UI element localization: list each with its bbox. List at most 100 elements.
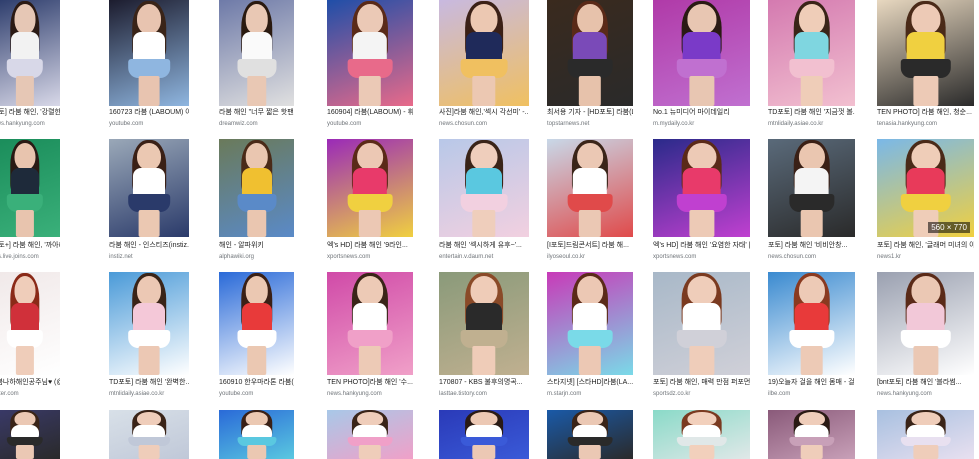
image-result-tile[interactable] — [768, 410, 855, 459]
image-thumbnail[interactable] — [439, 272, 529, 375]
photo-subject-face — [245, 276, 268, 305]
image-result-tile[interactable] — [877, 410, 974, 459]
image-result-title[interactable]: 해인 - 알파위키 — [219, 241, 294, 250]
image-result-tile[interactable]: 라붐 해인 '섹시하게 유후~'... entertain.v.daum.net — [439, 139, 529, 263]
image-result-tile[interactable] — [439, 410, 529, 459]
image-thumbnail[interactable] — [439, 139, 529, 237]
image-result-tile[interactable]: 엑's HD] 라붐 해인 '요염한 자태' | xportsnews.com — [653, 139, 750, 263]
image-result-title[interactable]: [포토+] 라붐 해인, '까아라... — [0, 241, 60, 250]
image-result-title[interactable]: 포토] 라붐 해인, '글래머 미녀의 아... — [877, 241, 974, 250]
image-result-tile[interactable]: 사진]라붐 해인,'섹시 각선미' -... news.chosun.com — [439, 0, 529, 130]
image-result-tile[interactable]: [포토] 라붐 해인, '강렬한 눈빛... news.hankyung.com — [0, 0, 60, 130]
image-thumbnail[interactable] — [653, 0, 750, 106]
image-result-title[interactable]: 라붐 해인 - 인스티즈(instiz... — [109, 241, 189, 250]
image-thumbnail[interactable] — [653, 410, 750, 459]
image-result-title[interactable]: 포토] 라붐 해인 '비비안창... — [768, 241, 855, 250]
image-thumbnail[interactable] — [109, 410, 189, 459]
image-result-tile[interactable]: 160723 라붐 (LABOUM) 아로... youtube.com — [109, 0, 189, 130]
image-result-title[interactable]: 스타지넷] [스타HD]라붐(LA... — [547, 378, 633, 387]
image-thumbnail[interactable] — [327, 272, 413, 375]
image-result-tile[interactable]: TD포토] 라붐 해인 '지금껏 볼... mtnlidaily.asiae.co… — [768, 0, 855, 130]
image-result-tile[interactable] — [109, 410, 189, 459]
image-thumbnail[interactable] — [877, 0, 974, 106]
image-thumbnail[interactable] — [439, 410, 529, 459]
image-result-tile[interactable] — [219, 410, 294, 459]
image-result-tile[interactable]: 160904] 라붐(LABOUM) - 휘... youtube.com — [327, 0, 413, 130]
image-result-title[interactable]: 엑's HD] 라붐 해인 '요염한 자태' | — [653, 241, 750, 250]
image-result-title[interactable]: 라붐 해인 "너무 짧은 핫팬츠" — [219, 108, 294, 117]
image-result-tile[interactable]: No.1 뉴미디어 마이데일리 m.mydaily.co.kr — [653, 0, 750, 130]
image-result-title[interactable]: TEN PHOTO] 라붐 해인, 청순... — [877, 108, 974, 117]
image-result-tile[interactable]: [포토+] 라붐 해인, '까아라... plus.live.joins.com — [0, 139, 60, 263]
image-thumbnail[interactable] — [327, 410, 413, 459]
image-result-tile[interactable]: 라붐 해인 "너무 짧은 핫팬츠" dreamwiz.com — [219, 0, 294, 130]
image-thumbnail[interactable] — [653, 139, 750, 237]
image-result-tile[interactable] — [0, 410, 60, 459]
image-result-title[interactable]: 160910 한우마라톤 라붐(L... — [219, 378, 294, 387]
image-thumbnail[interactable] — [0, 410, 60, 459]
image-result-tile[interactable]: 최서용 기자 - [HD포토] 라붐(L... topstarnews.net — [547, 0, 633, 130]
image-result-title[interactable]: 포토] 라붐 해인, 매력 만점 퍼포먼스~... — [653, 378, 750, 387]
image-thumbnail[interactable] — [439, 0, 529, 106]
image-thumbnail[interactable] — [653, 272, 750, 375]
image-result-tile[interactable]: 엑's HD] 라붐 해인 '9라인... xportsnews.com — [327, 139, 413, 263]
image-thumbnail[interactable] — [0, 272, 60, 375]
image-thumbnail[interactable] — [768, 0, 855, 106]
image-result-title[interactable]: No.1 뉴미디어 마이데일리 — [653, 108, 750, 117]
image-thumbnail[interactable] — [219, 0, 294, 106]
image-result-title[interactable]: 엑's HD] 라붐 해인 '9라인... — [327, 241, 413, 250]
image-result-tile[interactable]: 라붐나하해인공주님♥ (@y_... twitter.com — [0, 272, 60, 400]
image-result-tile[interactable]: 160910 한우마라톤 라붐(L... youtube.com — [219, 272, 294, 400]
image-result-tile[interactable]: [I포토]드림콘서트] 라붐 해... ilyoseoul.co.kr — [547, 139, 633, 263]
image-thumbnail[interactable] — [109, 272, 189, 375]
image-result-tile[interactable]: [bnt포토] 라붐 해인 '블라썸... news.hankyung.com — [877, 272, 974, 400]
image-result-tile[interactable]: TEN PHOTO] 라붐 해인, 청순... tenasia.hankyung.… — [877, 0, 974, 130]
image-thumbnail[interactable] — [768, 139, 855, 237]
image-result-title[interactable]: 160723 라붐 (LABOUM) 아로... — [109, 108, 189, 117]
image-thumbnail[interactable] — [547, 272, 633, 375]
image-thumbnail[interactable]: 560 × 770 — [877, 139, 974, 237]
image-result-title[interactable]: 170807 - KBS 불후의명곡... — [439, 378, 529, 387]
image-result-tile[interactable] — [653, 410, 750, 459]
image-result-title[interactable]: 사진]라붐 해인,'섹시 각선미' -... — [439, 108, 529, 117]
image-result-tile[interactable]: 라붐 해인 - 인스티즈(instiz... instiz.net — [109, 139, 189, 263]
image-result-title[interactable]: 라붐나하해인공주님♥ (@y_... — [0, 378, 60, 387]
image-result-title[interactable]: TD포토] 라붐 해인 '지금껏 볼... — [768, 108, 855, 117]
image-thumbnail[interactable] — [327, 0, 413, 106]
image-result-title[interactable]: [I포토]드림콘서트] 라붐 해... — [547, 241, 633, 250]
image-result-tile[interactable]: TEN PHOTO]라붐 해인 '수... news.hankyung.com — [327, 272, 413, 400]
image-thumbnail[interactable] — [219, 139, 294, 237]
image-thumbnail[interactable] — [109, 139, 189, 237]
image-result-title[interactable]: TD포토] 라붐 해인 '완벽한... — [109, 378, 189, 387]
image-thumbnail[interactable] — [547, 0, 633, 106]
image-thumbnail[interactable] — [877, 410, 974, 459]
image-thumbnail[interactable] — [327, 139, 413, 237]
image-result-tile[interactable]: 560 × 770 포토] 라붐 해인, '글래머 미녀의 아... news1.k… — [877, 139, 974, 263]
image-thumbnail[interactable] — [547, 139, 633, 237]
image-result-tile[interactable] — [547, 410, 633, 459]
image-thumbnail[interactable] — [219, 410, 294, 459]
image-result-title[interactable]: [포토] 라붐 해인, '강렬한 눈빛... — [0, 108, 60, 117]
image-result-tile[interactable]: 19)오늘자 걸을 해인 몸매 - 걸그룹, 연예인... ilbe.com — [768, 272, 855, 400]
image-result-tile[interactable]: TD포토] 라붐 해인 '완벽한... mtnlidaily.asiae.co.k… — [109, 272, 189, 400]
image-thumbnail[interactable] — [109, 0, 189, 106]
image-result-title[interactable]: TEN PHOTO]라붐 해인 '수... — [327, 378, 413, 387]
image-result-tile[interactable]: 해인 - 알파위키 alphawiki.org — [219, 139, 294, 263]
image-result-title[interactable]: 19)오늘자 걸을 해인 몸매 - 걸그룹, 연예인... — [768, 378, 855, 387]
image-thumbnail[interactable] — [0, 139, 60, 237]
image-result-title[interactable]: [bnt포토] 라붐 해인 '블라썸... — [877, 378, 974, 387]
image-result-tile[interactable]: 스타지넷] [스타HD]라붐(LA... m.starjn.com — [547, 272, 633, 400]
image-thumbnail[interactable] — [768, 410, 855, 459]
image-result-tile[interactable] — [327, 410, 413, 459]
image-thumbnail[interactable] — [547, 410, 633, 459]
image-result-title[interactable]: 라붐 해인 '섹시하게 유후~'... — [439, 241, 529, 250]
image-result-title[interactable]: 160904] 라붐(LABOUM) - 휘... — [327, 108, 413, 117]
image-result-tile[interactable]: 포토] 라붐 해인 '비비안창... news.chosun.com — [768, 139, 855, 263]
image-thumbnail[interactable] — [0, 0, 60, 106]
image-thumbnail[interactable] — [219, 272, 294, 375]
image-thumbnail[interactable] — [877, 272, 974, 375]
image-result-tile[interactable]: 포토] 라붐 해인, 매력 만점 퍼포먼스~... sportsdz.co.kr — [653, 272, 750, 400]
image-thumbnail[interactable] — [768, 272, 855, 375]
image-result-tile[interactable]: 170807 - KBS 불후의명곡... lasttae.tistory.com — [439, 272, 529, 400]
image-result-title[interactable]: 최서용 기자 - [HD포토] 라붐(L... — [547, 108, 633, 117]
